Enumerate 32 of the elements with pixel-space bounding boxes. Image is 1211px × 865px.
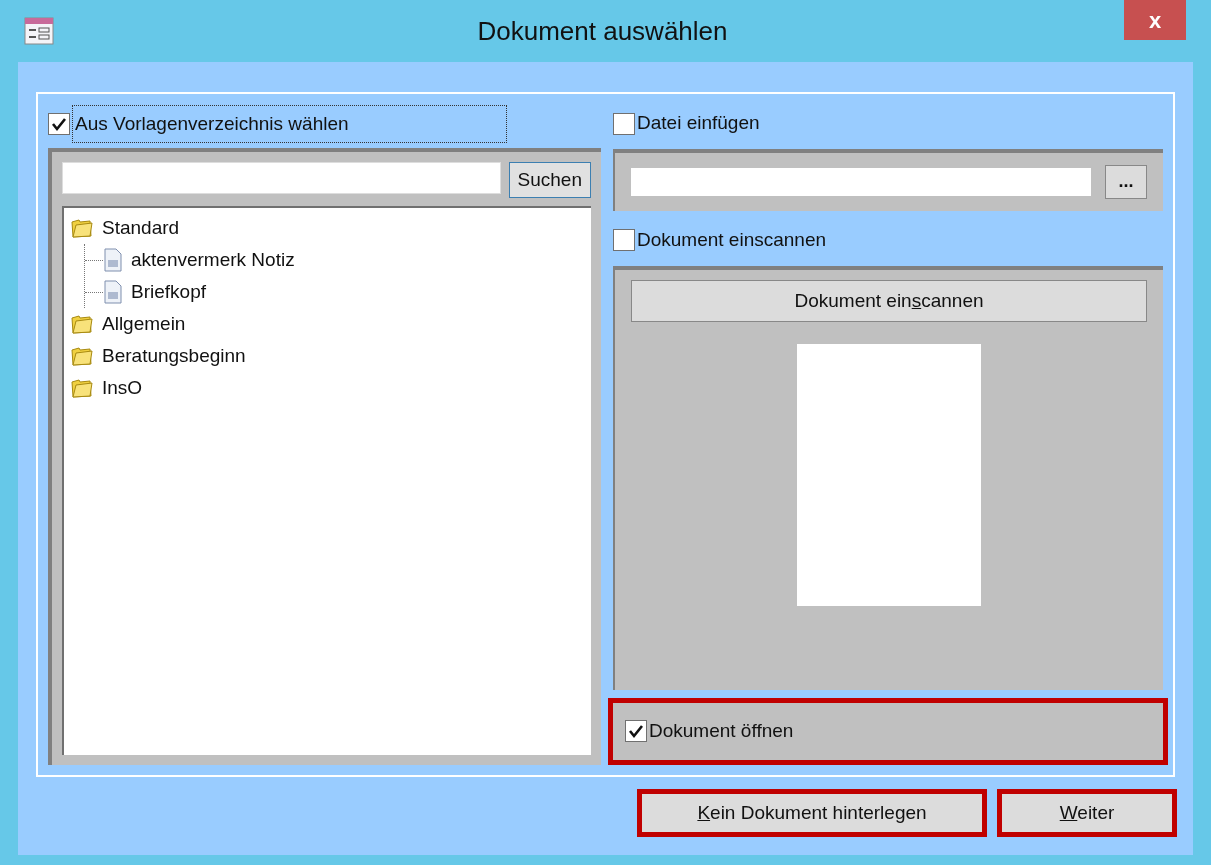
file-path-field[interactable] <box>631 167 1091 196</box>
window-title: Dokument auswählen <box>476 14 729 48</box>
search-field[interactable] <box>62 162 501 194</box>
dialog-button[interactable]: Weiter <box>997 789 1177 837</box>
folder-icon <box>70 217 94 239</box>
checkbox-label[interactable]: Datei einfügen <box>637 109 760 138</box>
dialog-button[interactable]: Kein Dokument hinterlegen <box>637 789 987 837</box>
form-icon <box>24 17 54 45</box>
checkbox[interactable] <box>625 720 647 743</box>
scan-button[interactable]: Dokument einscannen <box>631 279 1147 322</box>
document-icon <box>103 280 123 304</box>
checkbox-label[interactable]: Dokument öffnen <box>649 717 794 746</box>
checkbox[interactable] <box>613 112 635 135</box>
folder-icon <box>70 345 94 367</box>
document-icon <box>103 248 123 272</box>
browse-button[interactable]: ... <box>1105 164 1147 199</box>
tree-item[interactable]: Briefkopf <box>131 277 206 307</box>
tree-item[interactable]: Allgemein <box>102 309 186 339</box>
checkmark-icon <box>628 723 644 740</box>
tree-item[interactable]: Standard <box>102 213 180 243</box>
checkbox[interactable] <box>613 229 635 252</box>
folder-icon <box>70 377 94 399</box>
checkbox-label[interactable]: Aus Vorlagenverzeichnis wählen <box>72 104 507 144</box>
checkbox-label[interactable]: Dokument einscannen <box>637 226 827 255</box>
close-button[interactable]: x <box>1124 0 1186 40</box>
search-button[interactable]: Suchen <box>508 162 591 198</box>
tree-item[interactable]: Beratungsbeginn <box>102 341 246 371</box>
checkmark-icon <box>51 116 67 132</box>
folder-icon <box>70 313 94 335</box>
tree-item[interactable]: InsO <box>102 373 143 403</box>
tree-item[interactable]: aktenvermerk Notiz <box>131 245 295 275</box>
checkbox[interactable] <box>48 113 70 135</box>
